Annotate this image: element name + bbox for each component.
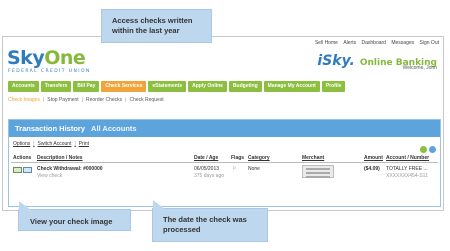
row-category[interactable]: None	[248, 166, 260, 172]
switch-account-link[interactable]: Switch Account	[38, 141, 72, 147]
subnav-stop-payment[interactable]: Stop Payment	[47, 97, 78, 103]
account-selector-label[interactable]: All Accounts	[91, 124, 137, 133]
subnav-divider: |	[125, 97, 127, 103]
subnav-reorder-checks[interactable]: Reorder Checks	[86, 97, 122, 103]
view-check-link[interactable]: View check	[37, 173, 62, 179]
row-account-number: XXXXXXX454-S11	[386, 173, 428, 179]
callout-pointer	[19, 201, 31, 210]
print-link[interactable]: Print	[79, 141, 89, 147]
nav-tab-estatements[interactable]: eStatements	[148, 81, 187, 92]
main-nav: Accounts Transfers Bill Pay Check Services e…	[8, 81, 347, 92]
merchant-check-thumbnail[interactable]	[302, 165, 334, 178]
notes-icon[interactable]	[23, 167, 33, 173]
options-bar: Options | Switch Account | Print	[13, 141, 92, 147]
col-flags: Flags	[231, 155, 245, 161]
row-age: 375 days ago	[194, 173, 225, 179]
top-link-dashboard[interactable]: Dashboard	[361, 40, 385, 46]
nav-tab-manage-account[interactable]: Manage My Account	[263, 81, 320, 92]
nav-tab-apply-online[interactable]: Apply Online	[188, 81, 227, 92]
top-links: Sell Home Alerts Dashboard Messages Sign…	[311, 40, 439, 46]
subnav-divider: |	[81, 97, 83, 103]
callout-view-check-image: View your check image	[18, 201, 131, 231]
isky-logo-text: iSky.	[317, 53, 355, 69]
col-description[interactable]: Description / Notes	[37, 155, 83, 161]
options-divider: |	[74, 141, 76, 147]
col-actions: Actions	[13, 155, 32, 161]
nav-tab-budgeting[interactable]: Budgeting	[228, 81, 262, 92]
nav-tab-profile[interactable]: Profile	[321, 81, 346, 92]
callout-access-checks: Access checks written within the last ye…	[101, 9, 212, 43]
panel-header: Transaction History All Accounts	[9, 120, 440, 137]
top-link-sign-out[interactable]: Sign Out	[420, 40, 439, 46]
panel-title: Transaction History	[15, 124, 86, 133]
row-date: 06/05/2013	[194, 166, 220, 172]
callout-text: The date the check was processed	[163, 215, 247, 234]
nav-tab-transfers[interactable]: Transfers	[40, 81, 72, 92]
callout-text: Access checks written within the last ye…	[112, 16, 193, 35]
top-link-messages[interactable]: Messages	[391, 40, 414, 46]
nav-tab-check-services[interactable]: Check Services	[101, 81, 147, 92]
row-description: Check Withdrawal: #000000	[37, 166, 103, 172]
nav-tab-accounts[interactable]: Accounts	[8, 81, 39, 92]
col-account-number[interactable]: Account / Number	[386, 155, 429, 161]
options-divider: |	[33, 141, 35, 147]
subnav-divider: |	[42, 97, 45, 103]
callout-text: View your check image	[30, 217, 113, 226]
check-image-icon[interactable]	[13, 167, 22, 173]
top-link-sell-home[interactable]: Sell Home	[315, 40, 338, 46]
top-link-alerts[interactable]: Alerts	[343, 40, 356, 46]
table-row: Check Withdrawal: #000000 View check 06/…	[11, 164, 438, 186]
skyone-logo[interactable]: SkyOne FEDERAL CREDIT UNION	[7, 47, 89, 74]
row-account: TOTALLY FREE ...	[386, 166, 428, 172]
help-icon[interactable]	[429, 146, 436, 153]
subnav-check-images[interactable]: Check Images	[8, 97, 40, 103]
nav-tab-bill-pay[interactable]: Bill Pay	[73, 81, 100, 92]
col-category[interactable]: Category	[248, 155, 270, 161]
subnav-check-request[interactable]: Check Request	[129, 97, 163, 103]
col-amount[interactable]: Amount	[364, 155, 383, 161]
transaction-history-panel: Transaction History All Accounts Options |…	[8, 119, 441, 207]
logo-text-sky: Sky	[7, 47, 45, 69]
logo-subtitle: FEDERAL CREDIT UNION	[8, 69, 91, 74]
flag-icon[interactable]: ⚐	[232, 166, 236, 172]
logo-text-one: One	[44, 47, 86, 69]
sub-nav: Check Images | Stop Payment | Reorder Checks…	[8, 97, 164, 103]
callout-date-processed: The date the check was processed	[152, 200, 268, 242]
row-amount: ($4.09)	[364, 166, 380, 172]
callout-pointer	[153, 200, 165, 209]
options-link[interactable]: Options	[13, 141, 30, 147]
col-date[interactable]: Date / Age	[194, 155, 218, 161]
row-actions	[13, 167, 33, 175]
add-icon[interactable]	[420, 146, 427, 153]
col-merchant[interactable]: Merchant	[302, 155, 324, 161]
table-header: Actions Description / Notes Date / Age F…	[11, 153, 438, 163]
welcome-text: Welcome, John	[402, 65, 437, 71]
app-frame: SkyOne FEDERAL CREDIT UNION Sell Home Al…	[2, 36, 444, 211]
